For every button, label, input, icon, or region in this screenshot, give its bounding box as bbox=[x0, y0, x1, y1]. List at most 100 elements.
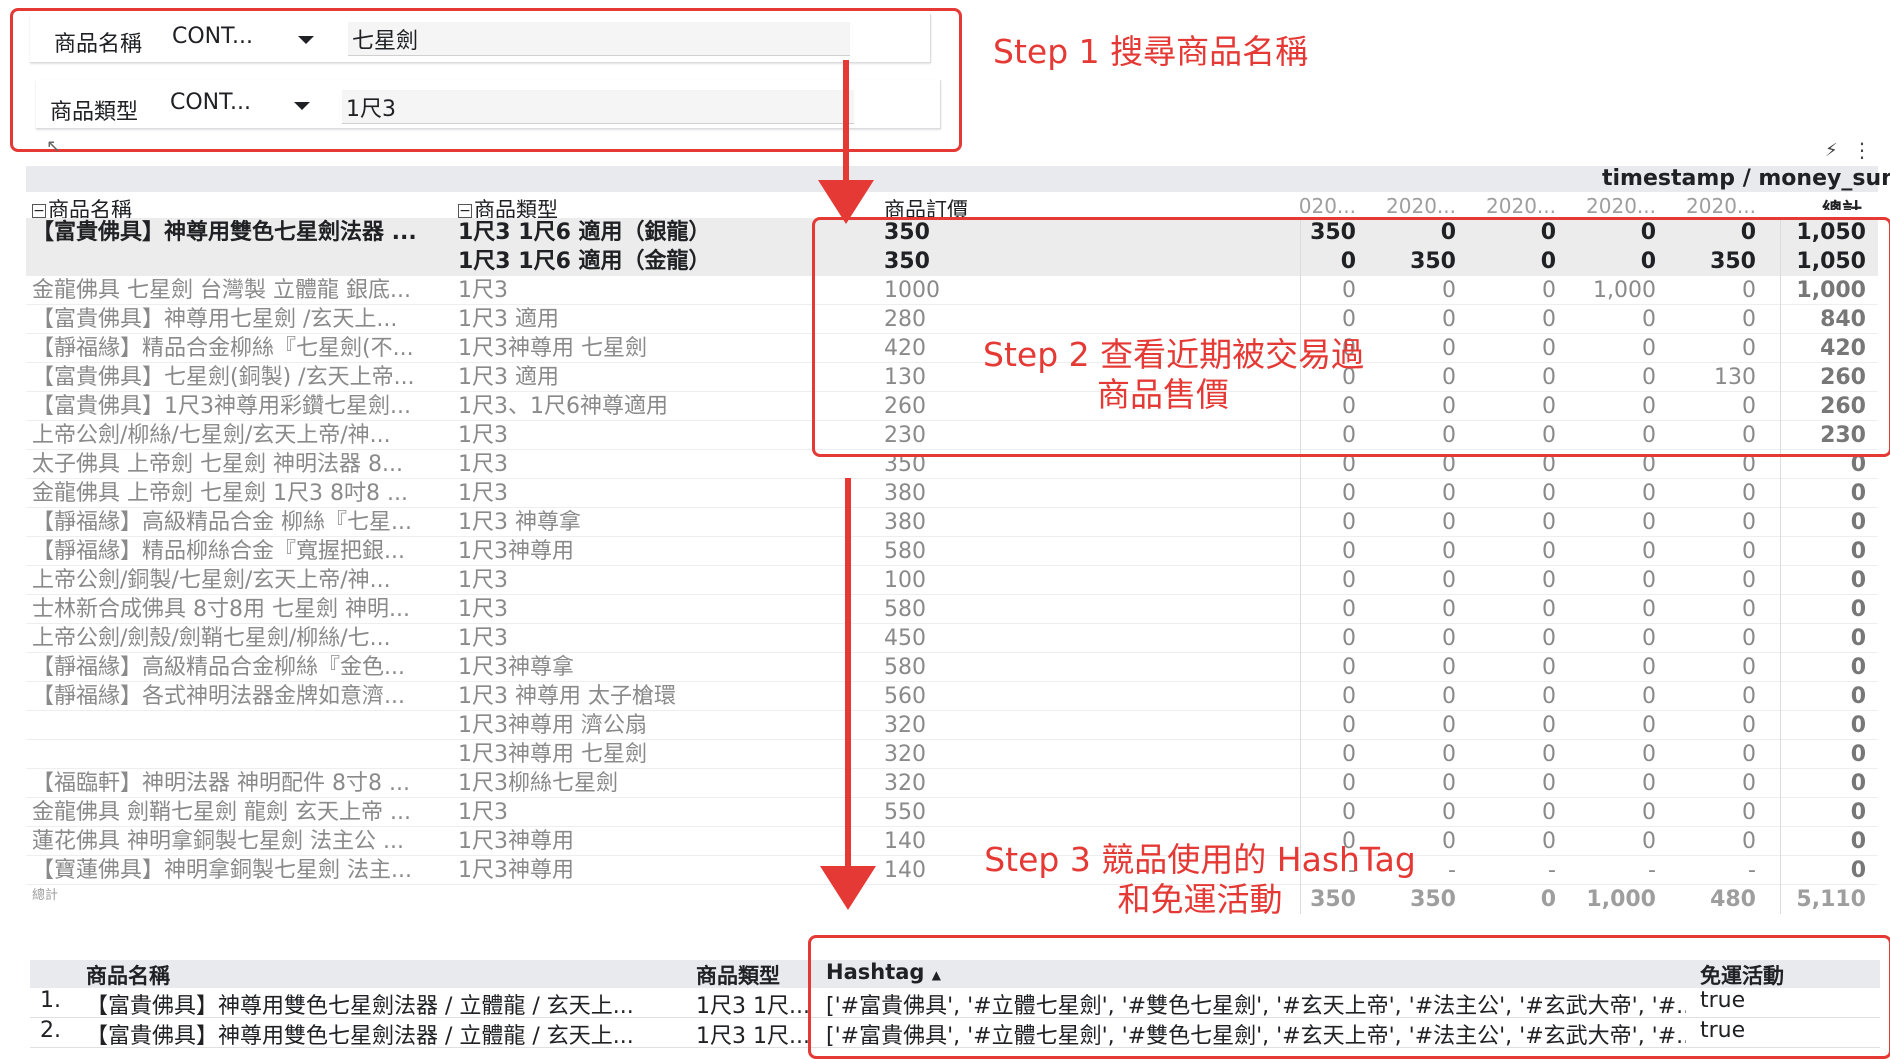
filter-product-name: 商品名稱 CONT... bbox=[30, 14, 931, 63]
money-sum-cell: 0 bbox=[1742, 713, 1756, 738]
filter-operator-dropdown[interactable]: CONT... bbox=[170, 90, 251, 115]
bt-header-name[interactable]: 商品名稱 bbox=[86, 960, 170, 990]
money-sum-cell: 0 bbox=[1642, 771, 1656, 796]
money-sum-cell: 0 bbox=[1642, 365, 1656, 390]
total-col-header: 總計 bbox=[1822, 198, 1862, 210]
filter-operator-dropdown[interactable]: CONT... bbox=[172, 24, 253, 49]
money-sum-cell: 0 bbox=[1542, 510, 1556, 535]
collapse-icon[interactable]: − bbox=[458, 204, 472, 218]
money-sum-cell: 0 bbox=[1442, 568, 1456, 593]
product-type-cell: 1尺3 1尺6 適用（銀龍） bbox=[458, 220, 711, 245]
row-total-cell: 1,050 bbox=[1796, 249, 1866, 274]
money-sum-cell: 0 bbox=[1540, 249, 1556, 274]
sort-ascending-icon[interactable]: ▲ bbox=[932, 968, 941, 982]
metric-header: timestamp / money_sum bbox=[1602, 166, 1890, 191]
product-name-cell: 【富貴佛具】神尊用雙色七星劍法器 ... bbox=[32, 220, 417, 245]
money-sum-cell: 0 bbox=[1642, 800, 1656, 825]
money-sum-cell: 0 bbox=[1542, 771, 1556, 796]
money-sum-cell: 0 bbox=[1740, 220, 1756, 245]
money-sum-cell: 0 bbox=[1542, 742, 1556, 767]
money-sum-cell: 0 bbox=[1642, 307, 1656, 332]
row-total-cell: 0 bbox=[1850, 655, 1866, 680]
filter-label: 商品類型 bbox=[50, 100, 139, 125]
price-cell: 320 bbox=[884, 742, 926, 767]
money-sum-cell: 0 bbox=[1442, 684, 1456, 709]
product-name-cell: 上帝公劍/劍殼/劍鞘七星劍/柳絲/七... bbox=[32, 626, 391, 651]
date-col-header[interactable]: 2020... bbox=[1364, 194, 1456, 218]
arrow-shaft bbox=[843, 60, 849, 184]
money-sum-cell: 0 bbox=[1542, 626, 1556, 651]
money-sum-cell: 0 bbox=[1742, 800, 1756, 825]
product-name-cell bbox=[32, 247, 450, 276]
more-vert-icon[interactable]: ⋮ bbox=[1852, 138, 1872, 162]
row-total-cell: 0 bbox=[1850, 510, 1866, 535]
step3-line2: 和免運活動 bbox=[1117, 880, 1283, 919]
date-col-header[interactable]: 2020... bbox=[1564, 194, 1656, 218]
collapse-icon[interactable]: − bbox=[32, 204, 46, 218]
product-type-cell: 1尺3 神尊拿 bbox=[458, 510, 581, 535]
money-sum-cell: 0 bbox=[1342, 539, 1356, 564]
money-sum-cell: 0 bbox=[1542, 800, 1556, 825]
reset-icon[interactable]: ↖ bbox=[46, 136, 61, 157]
money-sum-cell: 0 bbox=[1442, 626, 1456, 651]
product-name-cell: 上帝公劍/銅製/七星劍/玄天上帝/神... bbox=[32, 568, 391, 593]
bt-product-type: 1尺3 1尺... bbox=[696, 994, 808, 1019]
price-cell: 320 bbox=[884, 771, 926, 796]
product-name-cell: 金龍佛具 上帝劍 七星劍 1尺3 8吋8 ... bbox=[32, 481, 408, 506]
price-cell: 350 bbox=[884, 249, 930, 274]
step2-line2: 商品售價 bbox=[1097, 375, 1229, 414]
price-cell: 580 bbox=[884, 597, 926, 622]
row-total-cell: 230 bbox=[1820, 423, 1866, 448]
grand-total-label: 總計 bbox=[32, 888, 59, 903]
product-type-cell: 1尺3 bbox=[458, 452, 508, 477]
row-total-cell: 0 bbox=[1850, 713, 1866, 738]
money-sum-cell: 0 bbox=[1542, 394, 1556, 419]
money-sum-cell: 0 bbox=[1442, 800, 1456, 825]
column-divider bbox=[1780, 218, 1781, 914]
chevron-down-icon[interactable] bbox=[294, 102, 310, 110]
date-col-header[interactable]: 2020... bbox=[1664, 194, 1756, 218]
money-sum-cell: 0 bbox=[1342, 510, 1356, 535]
bt-header-shipping[interactable]: 免運活動 bbox=[1700, 960, 1784, 990]
price-cell: 580 bbox=[884, 539, 926, 564]
money-sum-cell: 0 bbox=[1342, 481, 1356, 506]
arrow-shaft bbox=[845, 478, 851, 870]
product-name-cell: 【富貴佛具】神尊用七星劍 /玄天上... bbox=[32, 307, 398, 332]
bt-row-index: 2. bbox=[40, 1018, 61, 1043]
product-type-cell: 1尺3 bbox=[458, 423, 508, 448]
filter-value-input[interactable] bbox=[342, 90, 854, 124]
date-col-header[interactable]: 020... bbox=[1264, 194, 1356, 218]
date-col-header[interactable]: 2020... bbox=[1464, 194, 1556, 218]
money-sum-cell: 0 bbox=[1742, 510, 1756, 535]
product-name-cell: 【福臨軒】神明法器 神明配件 8寸8 ... bbox=[32, 771, 410, 796]
row-total-cell: 260 bbox=[1820, 394, 1866, 419]
price-cell: 450 bbox=[884, 626, 926, 651]
product-name-cell: 士林新合成佛具 8寸8用 七星劍 神明... bbox=[32, 597, 410, 622]
row-divider bbox=[30, 1047, 1880, 1048]
product-name-cell: 【靜福緣】高級精品合金柳絲『金色... bbox=[32, 655, 405, 680]
price-cell: 560 bbox=[884, 684, 926, 709]
money-sum-cell: 0 bbox=[1642, 423, 1656, 448]
lightning-icon[interactable]: ⚡ bbox=[1825, 140, 1838, 161]
money-sum-cell: 0 bbox=[1742, 568, 1756, 593]
product-type-cell: 1尺3神尊用 濟公扇 bbox=[458, 713, 647, 738]
product-type-cell: 1尺3神尊用 bbox=[458, 539, 574, 564]
row-total-cell: 1,050 bbox=[1796, 220, 1866, 245]
row-total-cell: 0 bbox=[1850, 539, 1866, 564]
product-name-cell: 【富貴佛具】七星劍(銅製) /玄天上帝... bbox=[32, 365, 415, 390]
filter-value-input[interactable] bbox=[348, 22, 850, 56]
bt-header-type[interactable]: 商品類型 bbox=[696, 960, 780, 990]
chevron-down-icon[interactable] bbox=[298, 36, 314, 44]
row-total-cell: 0 bbox=[1850, 829, 1866, 854]
product-name-cell: 【寶蓮佛具】神明拿銅製七星劍 法主... bbox=[32, 858, 412, 883]
product-type-cell: 1尺3 適用 bbox=[458, 365, 559, 390]
product-type-cell: 1尺3神尊用 七星劍 bbox=[458, 742, 647, 767]
bt-header-hashtag[interactable]: Hashtag ▲ bbox=[826, 960, 941, 984]
product-type-cell: 1尺3、1尺6神尊適用 bbox=[458, 394, 668, 419]
money-sum-cell: - bbox=[1648, 858, 1656, 883]
money-sum-cell: 0 bbox=[1442, 278, 1456, 303]
product-type-cell: 1尺3 bbox=[458, 800, 508, 825]
money-sum-cell: 0 bbox=[1442, 307, 1456, 332]
money-sum-cell: 0 bbox=[1642, 684, 1656, 709]
product-name-cell: 【靜福緣】精品合金柳絲『七星劍(不... bbox=[32, 336, 414, 361]
